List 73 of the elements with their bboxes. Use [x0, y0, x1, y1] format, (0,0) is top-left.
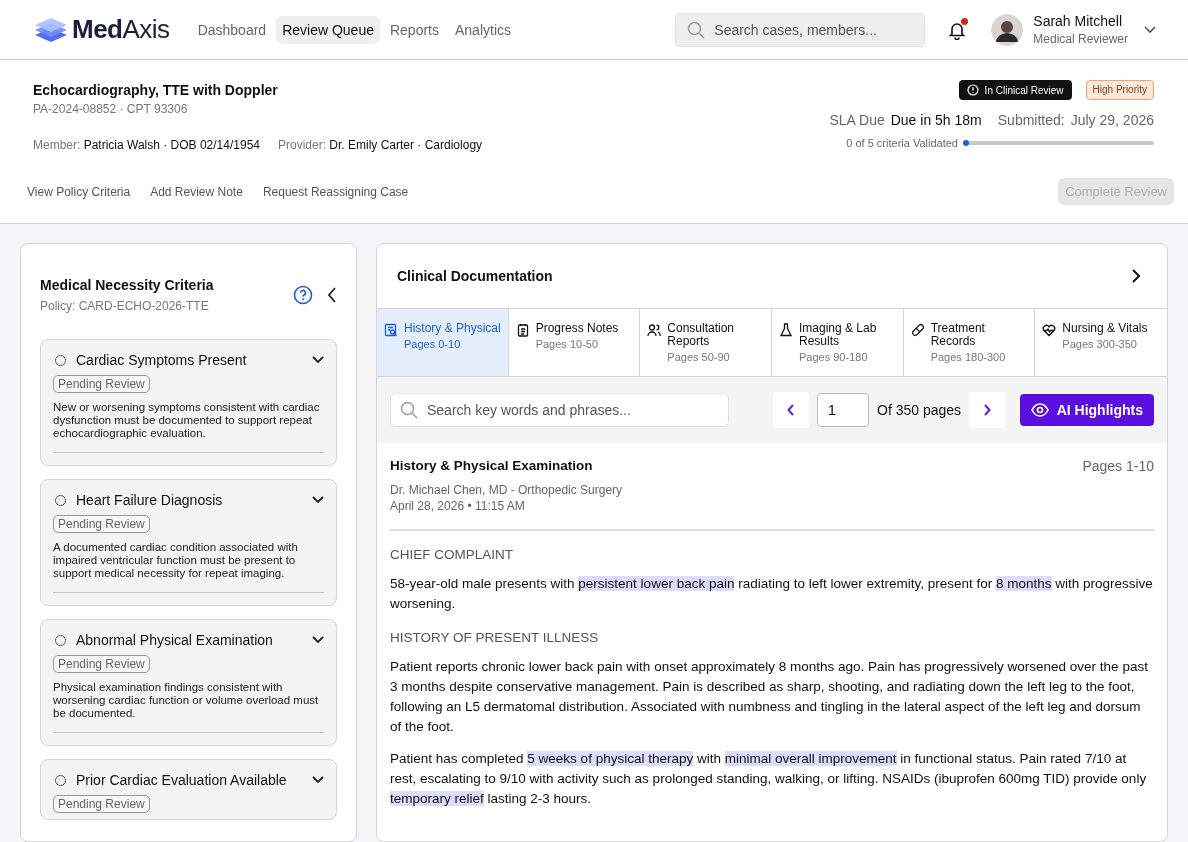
status-badge: In Clinical Review: [958, 80, 1072, 100]
collapse-icon[interactable]: [327, 287, 337, 303]
paragraph: Patient reports chronic lower back pain with onset approximately 8 months ago. Pain has progressively worsened over the past 3 months despite conservative management. Pain is described as sharp, shooting, and radiating down the left leg to the foot, following an L5 dermatomal distribution. Associated with numbness and tingling in the lateral aspect of the left leg and dorsum of the foot.: [390, 658, 1149, 736]
submitted-date: July 29, 2026: [1070, 112, 1154, 128]
action-link[interactable]: Add Review Note: [150, 184, 243, 199]
chevron-right-icon[interactable]: [1131, 269, 1141, 283]
sla-due: Due in 5h 18m: [890, 112, 982, 128]
chevron-icon[interactable]: [312, 636, 324, 644]
page-total: Of 350 pages: [877, 402, 962, 418]
sla-label: SLA Due: [829, 112, 885, 128]
chevron-left-icon: [787, 404, 795, 416]
avatar: [991, 13, 1024, 46]
people-icon: [647, 323, 662, 337]
document-date: April 28, 2026 • 11:15 AM: [390, 499, 526, 513]
document-tab[interactable]: Treatment Records Pages 180-300: [903, 309, 1036, 376]
section-heading: CHIEF COMPLAINT: [390, 547, 514, 562]
action-link[interactable]: Request Reassigning Case: [262, 184, 409, 199]
clipboard-icon: [515, 323, 530, 337]
heart-pulse-icon: [1042, 323, 1057, 337]
chevron-icon[interactable]: [312, 496, 324, 504]
nav-tab[interactable]: Analytics: [449, 15, 517, 44]
nav-tab[interactable]: Reports: [383, 15, 445, 44]
document-pages: Pages 1-10: [1082, 458, 1154, 476]
chevron-icon[interactable]: [312, 776, 324, 784]
document-tab[interactable]: History & Physical Pages 0-10: [377, 309, 509, 376]
document-search-field[interactable]: Search key words and phrases...: [390, 393, 729, 427]
criterion-description: Physical examination findings consistent with worsening cardiac function or volume overload must be documented.: [53, 681, 320, 720]
nav-tab[interactable]: Dashboard: [191, 15, 273, 44]
status-badge: Pending Review: [53, 655, 150, 673]
policy-id: Policy: CARD-ECHO-2026-TTE: [40, 299, 210, 313]
submitted-label: Submitted:: [997, 112, 1065, 128]
status-badge: Pending Review: [53, 375, 150, 393]
case-title: Echocardiography, TTE with Doppler: [33, 82, 279, 98]
brand-name: MedAxis: [72, 14, 170, 45]
document-tab[interactable]: Imaging & Lab Results Pages 90-180: [772, 309, 904, 376]
document-title: History & Physical Examination: [390, 458, 594, 473]
action-link[interactable]: View Policy Criteria: [27, 184, 131, 199]
criterion-title: Prior Cardiac Evaluation Available: [76, 772, 288, 788]
status-badge: Pending Review: [53, 515, 150, 533]
document-tab[interactable]: Nursing & Vitals Pages 300-350: [1035, 309, 1167, 376]
provider-info: Provider: Dr. Emily Carter · Cardiology: [278, 138, 483, 152]
status-badge: Pending Review: [53, 795, 150, 813]
member-info: Member: Patricia Walsh · DOB 02/14/1954: [33, 138, 260, 152]
criterion-title: Heart Failure Diagnosis: [76, 492, 224, 508]
pill-icon: [910, 323, 925, 337]
chevron-icon[interactable]: [312, 356, 324, 364]
paragraph: Patient has completed 5 weeks of physical therapy with minimal overall improvement in functional status. Pain rated 7/10 at rest, escalating to 9/10 with activity such as prolonged standing, walking, or lifting. NSAIDs (ibuprofen 600mg TID) provide only temporary relief lasting 2-3 hours.: [390, 750, 1148, 808]
panel-title: Medical Necessity Criteria: [40, 277, 215, 293]
document-author: Dr. Michael Chen, MD - Orthopedic Surgery: [390, 483, 623, 497]
paragraph: 58-year-old male presents with persistent lower back pain radiating to left lower extremity, present for 8 months with progressive worsening.: [390, 575, 1154, 613]
criterion-title: Cardiac Symptoms Present: [76, 352, 248, 368]
progress-label: 0 of 5 criteria Validated: [846, 137, 958, 149]
help-icon[interactable]: [293, 285, 313, 305]
section-heading: HISTORY OF PRESENT ILLNESS: [390, 630, 600, 645]
user-name: Sarah Mitchell: [1033, 13, 1123, 29]
panel-title: Clinical Documentation: [397, 268, 553, 284]
page-number-field[interactable]: 1: [817, 393, 869, 427]
search-field[interactable]: Search cases, members...: [675, 12, 926, 47]
criterion-description: A documented cardiac condition associated with impaired ventricular function must be present to support medical necessity for repeat imaging.: [53, 541, 299, 580]
case-id: PA-2024-08852 · CPT 93306: [33, 102, 189, 116]
chevron-right-icon: [983, 404, 992, 416]
document-tab[interactable]: Consultation Reports Pages 50-90: [640, 309, 772, 376]
chevron-down-icon[interactable]: [1144, 25, 1156, 34]
document-tab[interactable]: Progress Notes Pages 10-50: [508, 309, 641, 376]
flask-icon: [779, 323, 793, 337]
criterion-description: New or worsening symptoms consistent with cardiac dysfunction must be documented to support repeat echocardiographic evaluation.: [53, 401, 321, 440]
ai-highlights-button[interactable]: AI Highlights: [1019, 394, 1154, 426]
criterion-title: Abnormal Physical Examination: [76, 632, 274, 648]
nav-tab[interactable]: Review Queue: [276, 15, 380, 44]
document-search-icon: [384, 323, 398, 337]
eye-icon: [1030, 403, 1049, 417]
user-role: Medical Reviewer: [1033, 32, 1128, 46]
priority-badge: High Priority: [1085, 80, 1154, 100]
